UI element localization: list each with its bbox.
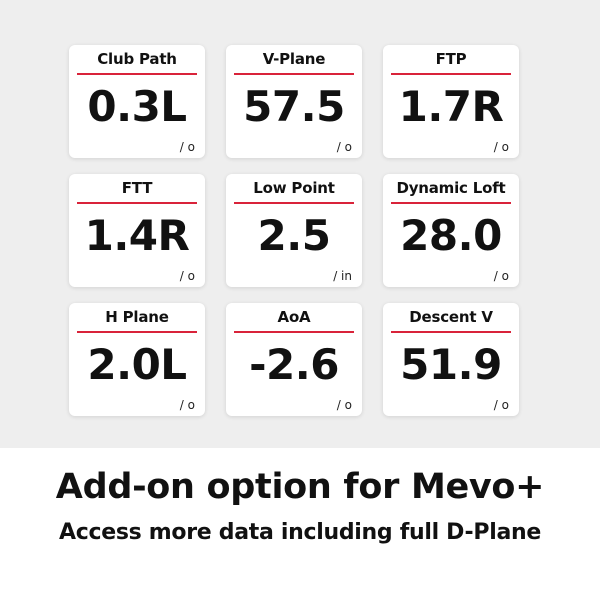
metric-value: 1.7R <box>398 82 504 131</box>
metric-value: 2.5 <box>257 211 331 260</box>
metric-unit: / o <box>493 269 509 283</box>
metric-value: 1.4R <box>84 211 190 260</box>
metric-label: FTT <box>121 179 153 197</box>
metric-card-dynamic-loft: Dynamic Loft 28.0 / o <box>383 174 519 287</box>
metric-label: V-Plane <box>262 50 326 68</box>
metric-value: 2.0L <box>87 340 187 389</box>
metric-card-v-plane: V-Plane 57.5 / o <box>226 45 362 158</box>
metric-label: Dynamic Loft <box>396 179 506 197</box>
accent-divider <box>391 202 511 204</box>
metric-label: Club Path <box>97 50 177 68</box>
metric-value: 51.9 <box>400 340 502 389</box>
metric-unit: / o <box>493 140 509 154</box>
metric-card-ftt: FTT 1.4R / o <box>69 174 205 287</box>
metric-value: -2.6 <box>249 340 339 389</box>
metric-label: Descent V <box>409 308 493 326</box>
metric-unit: / o <box>336 140 352 154</box>
metric-unit: / o <box>493 398 509 412</box>
metric-card-h-plane: H Plane 2.0L / o <box>69 303 205 416</box>
metric-unit: / o <box>179 269 195 283</box>
metric-value: 0.3L <box>87 82 187 131</box>
metric-value: 57.5 <box>243 82 345 131</box>
accent-divider <box>77 331 197 333</box>
accent-divider <box>77 73 197 75</box>
promo-subline: Access more data including full D-Plane <box>59 520 541 545</box>
metric-unit: / o <box>336 398 352 412</box>
promo-headline: Add-on option for Mevo+ <box>55 467 545 507</box>
accent-divider <box>77 202 197 204</box>
metric-unit: / o <box>179 140 195 154</box>
accent-divider <box>391 73 511 75</box>
metric-card-low-point: Low Point 2.5 / in <box>226 174 362 287</box>
accent-divider <box>234 202 354 204</box>
accent-divider <box>234 331 354 333</box>
metric-card-ftp: FTP 1.7R / o <box>383 45 519 158</box>
metric-label: H Plane <box>105 308 169 326</box>
metric-label: FTP <box>435 50 467 68</box>
accent-divider <box>234 73 354 75</box>
metric-label: Low Point <box>253 179 335 197</box>
metric-label: AoA <box>277 308 311 326</box>
metric-unit: / in <box>333 269 352 283</box>
metric-unit: / o <box>179 398 195 412</box>
metrics-grid: Club Path 0.3L / o V-Plane 57.5 / o FTP … <box>69 45 519 416</box>
metric-card-descent-v: Descent V 51.9 / o <box>383 303 519 416</box>
metric-card-club-path: Club Path 0.3L / o <box>69 45 205 158</box>
accent-divider <box>391 331 511 333</box>
metric-card-aoa: AoA -2.6 / o <box>226 303 362 416</box>
metric-value: 28.0 <box>400 211 502 260</box>
